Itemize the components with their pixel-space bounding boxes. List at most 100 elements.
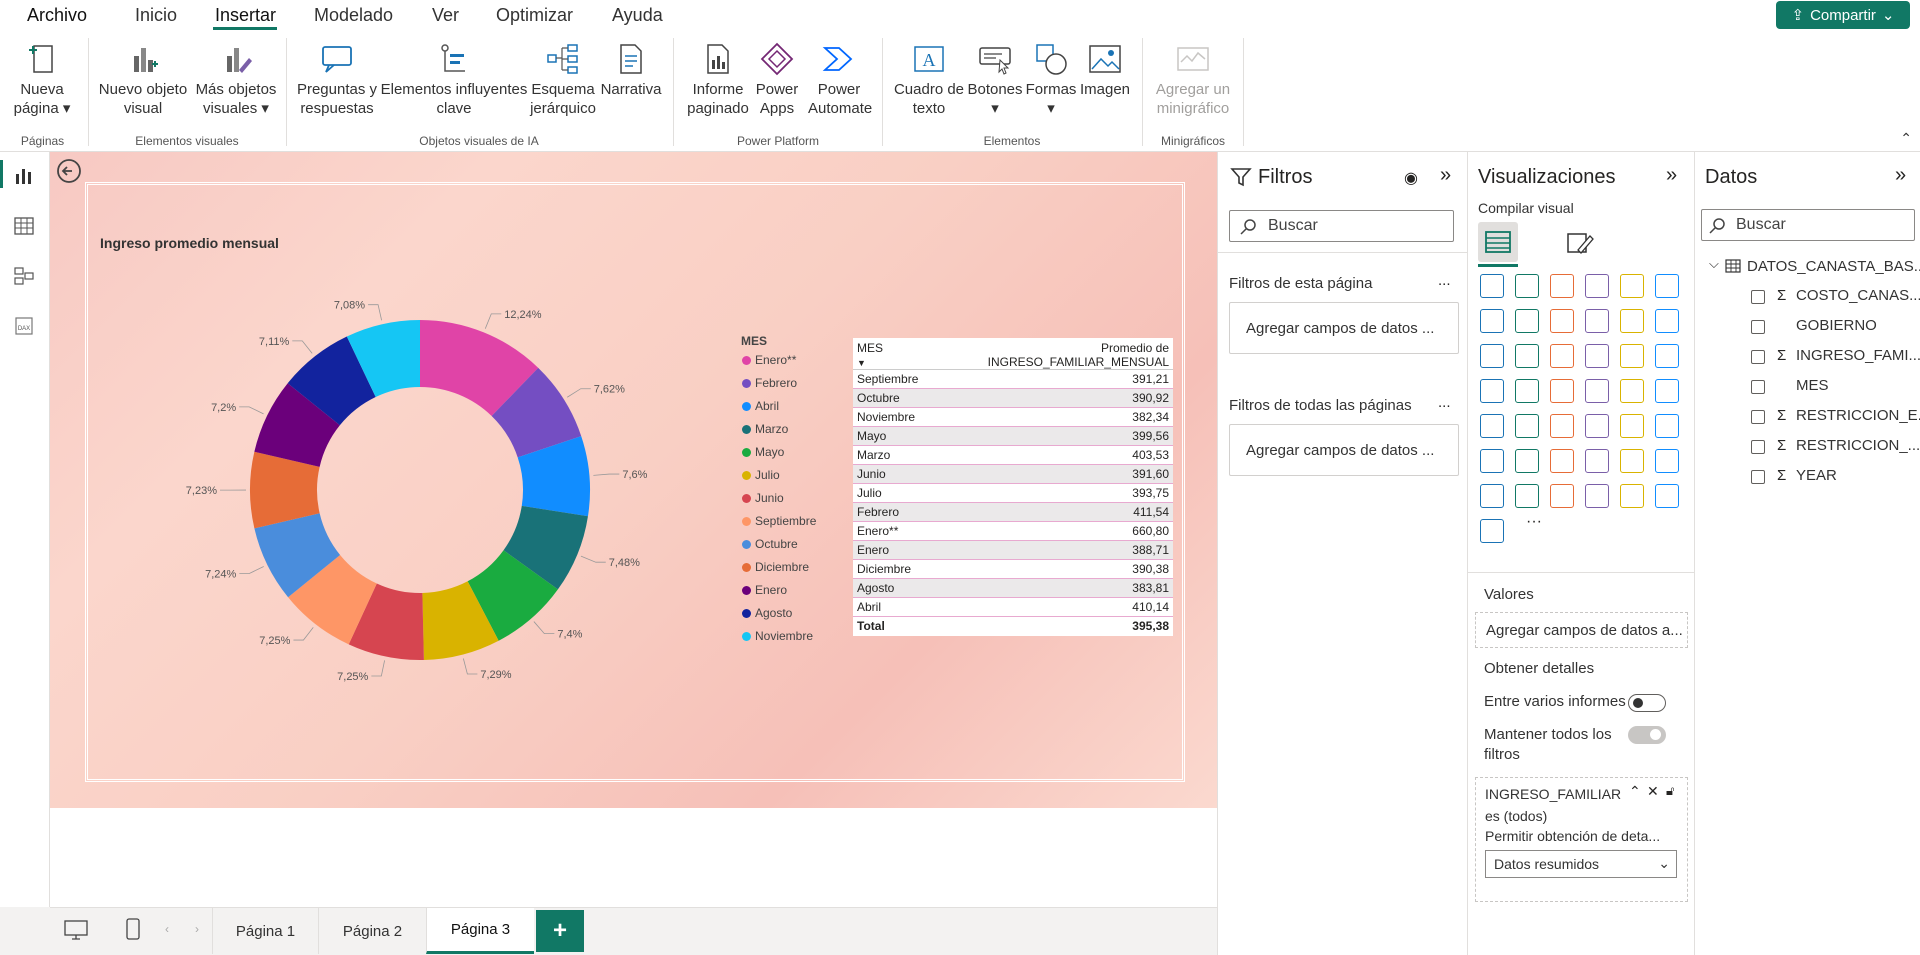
legend-item[interactable]: Julio	[742, 468, 780, 482]
drill-filter-card[interactable]: INGRESO_FAMILIAR ⌃ ✕ 🔓︎ es (todos) Permi…	[1475, 777, 1688, 902]
r-visual-icon[interactable]	[1480, 449, 1504, 473]
narrative-icon[interactable]	[1655, 449, 1679, 473]
metrics-icon[interactable]	[1480, 484, 1504, 508]
tab-pagina-2[interactable]: Página 2	[318, 908, 426, 954]
table-row[interactable]: Abril 410,14	[853, 597, 1173, 617]
data-search-input[interactable]: Buscar	[1701, 209, 1915, 241]
more-options-icon[interactable]: ...	[1438, 394, 1451, 411]
card-icon[interactable]	[1480, 414, 1504, 438]
gauge-icon[interactable]	[1655, 379, 1679, 403]
stacked-column-icon[interactable]	[1515, 274, 1539, 298]
more-visuals-icon[interactable]: ···	[1526, 513, 1542, 531]
area-icon[interactable]	[1515, 309, 1539, 333]
matrix-icon[interactable]	[1655, 414, 1679, 438]
treemap-icon[interactable]	[1480, 379, 1504, 403]
table-row[interactable]: Enero** 660,80	[853, 521, 1173, 541]
powerapps-diamond-icon[interactable]	[1655, 484, 1679, 508]
build-visual-tab[interactable]	[1478, 222, 1518, 262]
format-visual-icon[interactable]	[1564, 228, 1594, 258]
summarized-data-select[interactable]: Datos resumidos ⌄	[1485, 850, 1677, 878]
eye-icon[interactable]: ◉	[1404, 168, 1418, 188]
100-column-icon[interactable]	[1655, 274, 1679, 298]
waterfall-icon[interactable]	[1515, 344, 1539, 368]
qa-button[interactable]: Preguntas y respuestas	[295, 42, 379, 118]
table-row[interactable]: Enero 388,71	[853, 540, 1173, 560]
table-row[interactable]: Diciembre 390,38	[853, 559, 1173, 579]
paginated-report-button[interactable]: Informe paginado	[680, 42, 756, 118]
share-button[interactable]: ⇪ Compartir ⌄	[1776, 1, 1910, 29]
field-checkbox[interactable]	[1751, 410, 1765, 424]
model-view-icon[interactable]	[14, 266, 34, 286]
table-row[interactable]: Mayo 399,56	[853, 426, 1173, 446]
menu-optimizar[interactable]: Optimizar	[496, 5, 573, 26]
shapes-button[interactable]: Formas ▾	[1025, 42, 1077, 118]
legend-item[interactable]: Marzo	[742, 422, 788, 436]
shape-map-icon[interactable]	[1585, 379, 1609, 403]
decomposition-tree-button[interactable]: Esquema jerárquico	[528, 42, 598, 118]
line-column-icon[interactable]	[1620, 309, 1644, 333]
clustered-column-icon[interactable]	[1585, 274, 1609, 298]
kpi-icon[interactable]	[1550, 414, 1574, 438]
multi-card-icon[interactable]	[1515, 414, 1539, 438]
field-name[interactable]: INGRESO_FAMI...	[1796, 347, 1920, 364]
power-apps-button[interactable]: Power Apps	[752, 42, 802, 118]
all-pages-filters-dropzone[interactable]: Agregar campos de datos ...	[1229, 424, 1459, 476]
table-row[interactable]: Noviembre 382,34	[853, 407, 1173, 427]
scatter-icon[interactable]	[1585, 344, 1609, 368]
stacked-bar-icon[interactable]	[1480, 274, 1504, 298]
legend-item[interactable]: Diciembre	[742, 560, 809, 574]
next-page-icon[interactable]: ›	[195, 922, 199, 936]
python-visual-icon[interactable]	[1515, 449, 1539, 473]
table-view-icon[interactable]	[14, 216, 34, 236]
arcgis-icon[interactable]	[1620, 484, 1644, 508]
buttons-button[interactable]: Botones ▾	[966, 42, 1024, 118]
more-visuals-button[interactable]: Más objetos visuales ▾	[193, 42, 279, 118]
power-automate-button[interactable]: Power Automate	[808, 42, 872, 118]
image-button[interactable]: Imagen	[1078, 42, 1132, 99]
legend-item[interactable]: Agosto	[742, 606, 792, 620]
menu-ver[interactable]: Ver	[432, 5, 459, 26]
data-table[interactable]: MES ▼ Promedio de INGRESO_FAMILIAR_MENSUA…	[853, 338, 1173, 636]
decomposition-tree-icon[interactable]	[1585, 449, 1609, 473]
power-apps-icon[interactable]	[1550, 484, 1574, 508]
menu-insertar[interactable]: Insertar	[215, 5, 276, 26]
field-name[interactable]: RESTRICCION_E...	[1796, 407, 1920, 424]
field-checkbox[interactable]	[1751, 350, 1765, 364]
narrative-button[interactable]: Narrativa	[598, 42, 664, 99]
table-icon[interactable]	[1620, 414, 1644, 438]
add-sparkline-button[interactable]: Agregar un minigráfico	[1148, 42, 1238, 118]
key-influencers-button[interactable]: Elementos influyentes clave	[380, 42, 528, 118]
close-icon[interactable]: ✕	[1647, 783, 1659, 800]
legend-item[interactable]: Mayo	[742, 445, 784, 459]
line-clustered-icon[interactable]	[1655, 309, 1679, 333]
menu-inicio[interactable]: Inicio	[135, 5, 177, 26]
field-checkbox[interactable]	[1751, 320, 1765, 334]
table-row[interactable]: Agosto 383,81	[853, 578, 1173, 598]
stacked-area-icon[interactable]	[1550, 309, 1574, 333]
funnel-icon[interactable]	[1550, 344, 1574, 368]
collapse-viz-icon[interactable]: »	[1666, 164, 1677, 187]
field-name[interactable]: GOBIERNO	[1796, 317, 1877, 334]
new-page-button[interactable]: Nueva página ▾	[8, 42, 76, 118]
donut-chart[interactable]: 12,24% 7,62% 7,6% 7,48% 7,4% 7,29% 7,25% 7,25% 7…	[170, 280, 670, 700]
new-visual-button[interactable]: Nuevo objeto visual	[95, 42, 191, 118]
legend-item[interactable]: Abril	[742, 399, 779, 413]
add-page-button[interactable]: +	[536, 910, 584, 952]
field-name[interactable]: YEAR	[1796, 467, 1837, 484]
collapse-data-icon[interactable]: »	[1895, 164, 1906, 187]
dax-query-icon[interactable]: DAX	[14, 316, 34, 336]
ribbon-icon[interactable]	[1480, 344, 1504, 368]
power-automate-icon[interactable]	[1585, 484, 1609, 508]
prev-page-icon[interactable]: ‹	[165, 922, 169, 936]
100-area-icon[interactable]	[1585, 309, 1609, 333]
tab-pagina-1[interactable]: Página 1	[212, 908, 318, 954]
menu-ayuda[interactable]: Ayuda	[612, 5, 663, 26]
legend-item[interactable]: Enero	[742, 583, 787, 597]
power-automate-chevron-icon[interactable]	[1480, 519, 1504, 543]
donut-icon[interactable]	[1655, 344, 1679, 368]
field-checkbox[interactable]	[1751, 470, 1765, 484]
map-icon[interactable]	[1515, 379, 1539, 403]
report-view-icon[interactable]	[14, 166, 34, 186]
100-bar-icon[interactable]	[1620, 274, 1644, 298]
field-name[interactable]: RESTRICCION_...	[1796, 437, 1920, 454]
